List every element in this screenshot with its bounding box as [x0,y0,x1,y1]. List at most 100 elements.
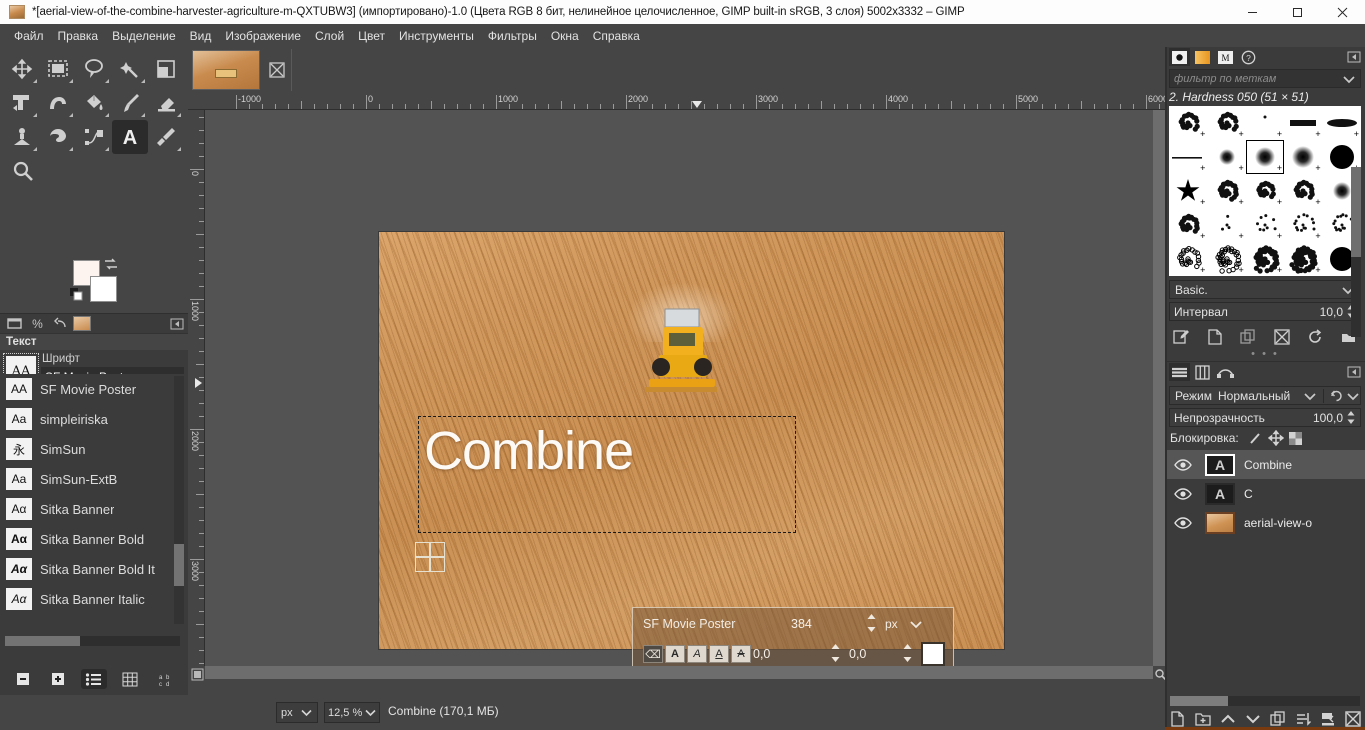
strikethrough-button[interactable]: A [731,645,751,663]
warp-transform-tool[interactable] [40,86,76,120]
horizontal-ruler[interactable]: -1000 0 1000 2000 3000 4000 5000 6000 [188,93,1165,110]
menu-image[interactable]: Изображение [218,26,308,46]
text-options-font-name[interactable]: SF Movie Poster [633,617,735,631]
font-list-scrollbar[interactable] [174,376,184,624]
italic-button[interactable]: A [687,645,707,663]
brush-item[interactable]: + [1207,140,1245,174]
text-options-unit[interactable]: px [885,617,898,631]
eye-icon[interactable] [1173,457,1193,473]
menu-view[interactable]: Вид [183,26,219,46]
brush-item[interactable]: + [1284,174,1322,208]
brush-item[interactable]: + [1246,208,1284,242]
brush-grid[interactable]: +++++++++++++++++++++++++ [1169,106,1361,276]
canvas-viewport[interactable]: Combine SF Movie Poster 384 px ⌫ A A A A… [205,110,1153,666]
kerning-value[interactable]: 0,0 [849,647,866,661]
kerning-spinner[interactable] [901,642,914,664]
baseline-spinner[interactable] [829,642,842,664]
brush-item[interactable]: + [1284,242,1322,276]
brush-item[interactable]: + [1169,208,1207,242]
canvas-hscrollbar[interactable] [205,666,1153,679]
brush-item[interactable]: + [1246,174,1284,208]
smudge-tool[interactable] [40,120,76,154]
grid-view-button[interactable] [117,669,143,689]
crop-tool[interactable] [148,52,184,86]
spacing-field[interactable]: Интервал 10,0 [1169,302,1361,321]
close-tab-icon[interactable] [268,61,286,79]
mode-reset-group[interactable] [1323,388,1360,403]
images-tab[interactable] [73,316,91,331]
eye-icon[interactable] [1173,515,1193,531]
brush-item[interactable]: + [1245,140,1285,174]
zoom-out-button[interactable] [10,669,36,689]
paintbrush-tool[interactable] [112,86,148,120]
delete-brush-button[interactable] [1271,327,1293,347]
list-view-button[interactable] [81,669,107,689]
fuzzy-select-tool[interactable] [112,52,148,86]
menu-windows[interactable]: Окна [544,26,586,46]
on-canvas-text-options[interactable]: SF Movie Poster 384 px ⌫ A A A A 0,0 0,0 [632,607,954,666]
font-list-hscrollbar[interactable] [5,636,180,646]
brush-item[interactable]: + [1169,174,1207,208]
brush-preset-selector[interactable]: Basic. [1169,280,1361,299]
scrollbar-thumb[interactable] [1170,696,1228,706]
help-tab[interactable]: ? [1238,48,1259,66]
zoom-tool[interactable] [4,154,41,188]
font-list-item[interactable]: Aa SimSun-ExtB [0,464,188,494]
image-tab[interactable] [192,50,260,90]
font-list[interactable]: AA SF Movie Poster Aa simpleiriska 永 Sim… [0,374,188,629]
eye-icon[interactable] [1173,486,1193,502]
scrollbar-thumb[interactable] [1351,167,1361,257]
refresh-brushes-button[interactable] [1304,327,1326,347]
undo-history-tab[interactable] [50,315,70,332]
background-color-swatch[interactable] [90,276,117,302]
size-spinner[interactable] [865,612,878,634]
opacity-value[interactable]: 100,0 [1313,411,1346,425]
font-list-item[interactable]: Aα Sitka Banner [0,494,188,524]
fonts-tab[interactable]: M [1215,48,1236,66]
menu-tools[interactable]: Инструменты [392,26,481,46]
scrollbar-thumb[interactable] [205,666,1153,679]
free-select-tool[interactable] [76,52,112,86]
font-list-item[interactable]: Aα Sitka Banner Italic [0,584,188,614]
layers-dock-menu-button[interactable] [1347,365,1361,379]
lock-position-button[interactable] [1266,429,1286,447]
refresh-fonts-button[interactable]: abcd [152,669,178,689]
new-brush-button[interactable] [1204,327,1226,347]
menu-file[interactable]: Файл [7,26,51,46]
move-tool[interactable] [4,52,40,86]
underline-button[interactable]: A [709,645,729,663]
maximize-button[interactable] [1275,0,1320,24]
edit-brush-button[interactable] [1171,327,1193,347]
eraser-tool[interactable] [148,86,184,120]
reset-colors-icon[interactable] [70,288,84,302]
brushes-tab[interactable] [1169,48,1190,66]
font-list-item[interactable]: Aa simpleiriska [0,404,188,434]
gradients-tab[interactable] [1192,48,1213,66]
text-color-swatch[interactable] [921,642,945,666]
tool-options-tab[interactable] [4,315,24,332]
brush-item[interactable]: + [1169,140,1207,174]
canvas-vscrollbar[interactable] [1153,110,1165,666]
minimize-button[interactable] [1230,0,1275,24]
brush-item[interactable]: + [1284,208,1322,242]
brush-item[interactable]: + [1246,242,1284,276]
brush-item[interactable]: + [1246,106,1284,140]
menu-select[interactable]: Выделение [105,26,183,46]
duplicate-brush-button[interactable] [1237,327,1259,347]
opacity-field[interactable]: Непрозрачность 100,0 [1169,408,1361,427]
zoom-in-button[interactable] [46,669,72,689]
dock-separator[interactable]: • • • [1165,349,1365,361]
image-canvas[interactable]: Combine SF Movie Poster 384 px ⌫ A A A A… [379,232,1004,666]
brush-item[interactable]: + [1284,106,1322,140]
layer-list-hscrollbar[interactable] [1170,696,1360,706]
layer-row-combine[interactable]: A Combine [1165,450,1365,479]
spacing-value[interactable]: 10,0 [1320,305,1346,319]
brush-item[interactable]: + [1207,174,1245,208]
channels-tab[interactable] [1192,363,1213,381]
swap-colors-icon[interactable] [103,257,119,271]
font-list-item[interactable]: Aα Sitka Banner Bold It [0,554,188,584]
quick-mask-icon[interactable] [191,668,204,681]
unified-transform-tool[interactable] [4,86,40,120]
dock-menu-button[interactable] [170,317,184,331]
clone-tool[interactable] [4,120,40,154]
